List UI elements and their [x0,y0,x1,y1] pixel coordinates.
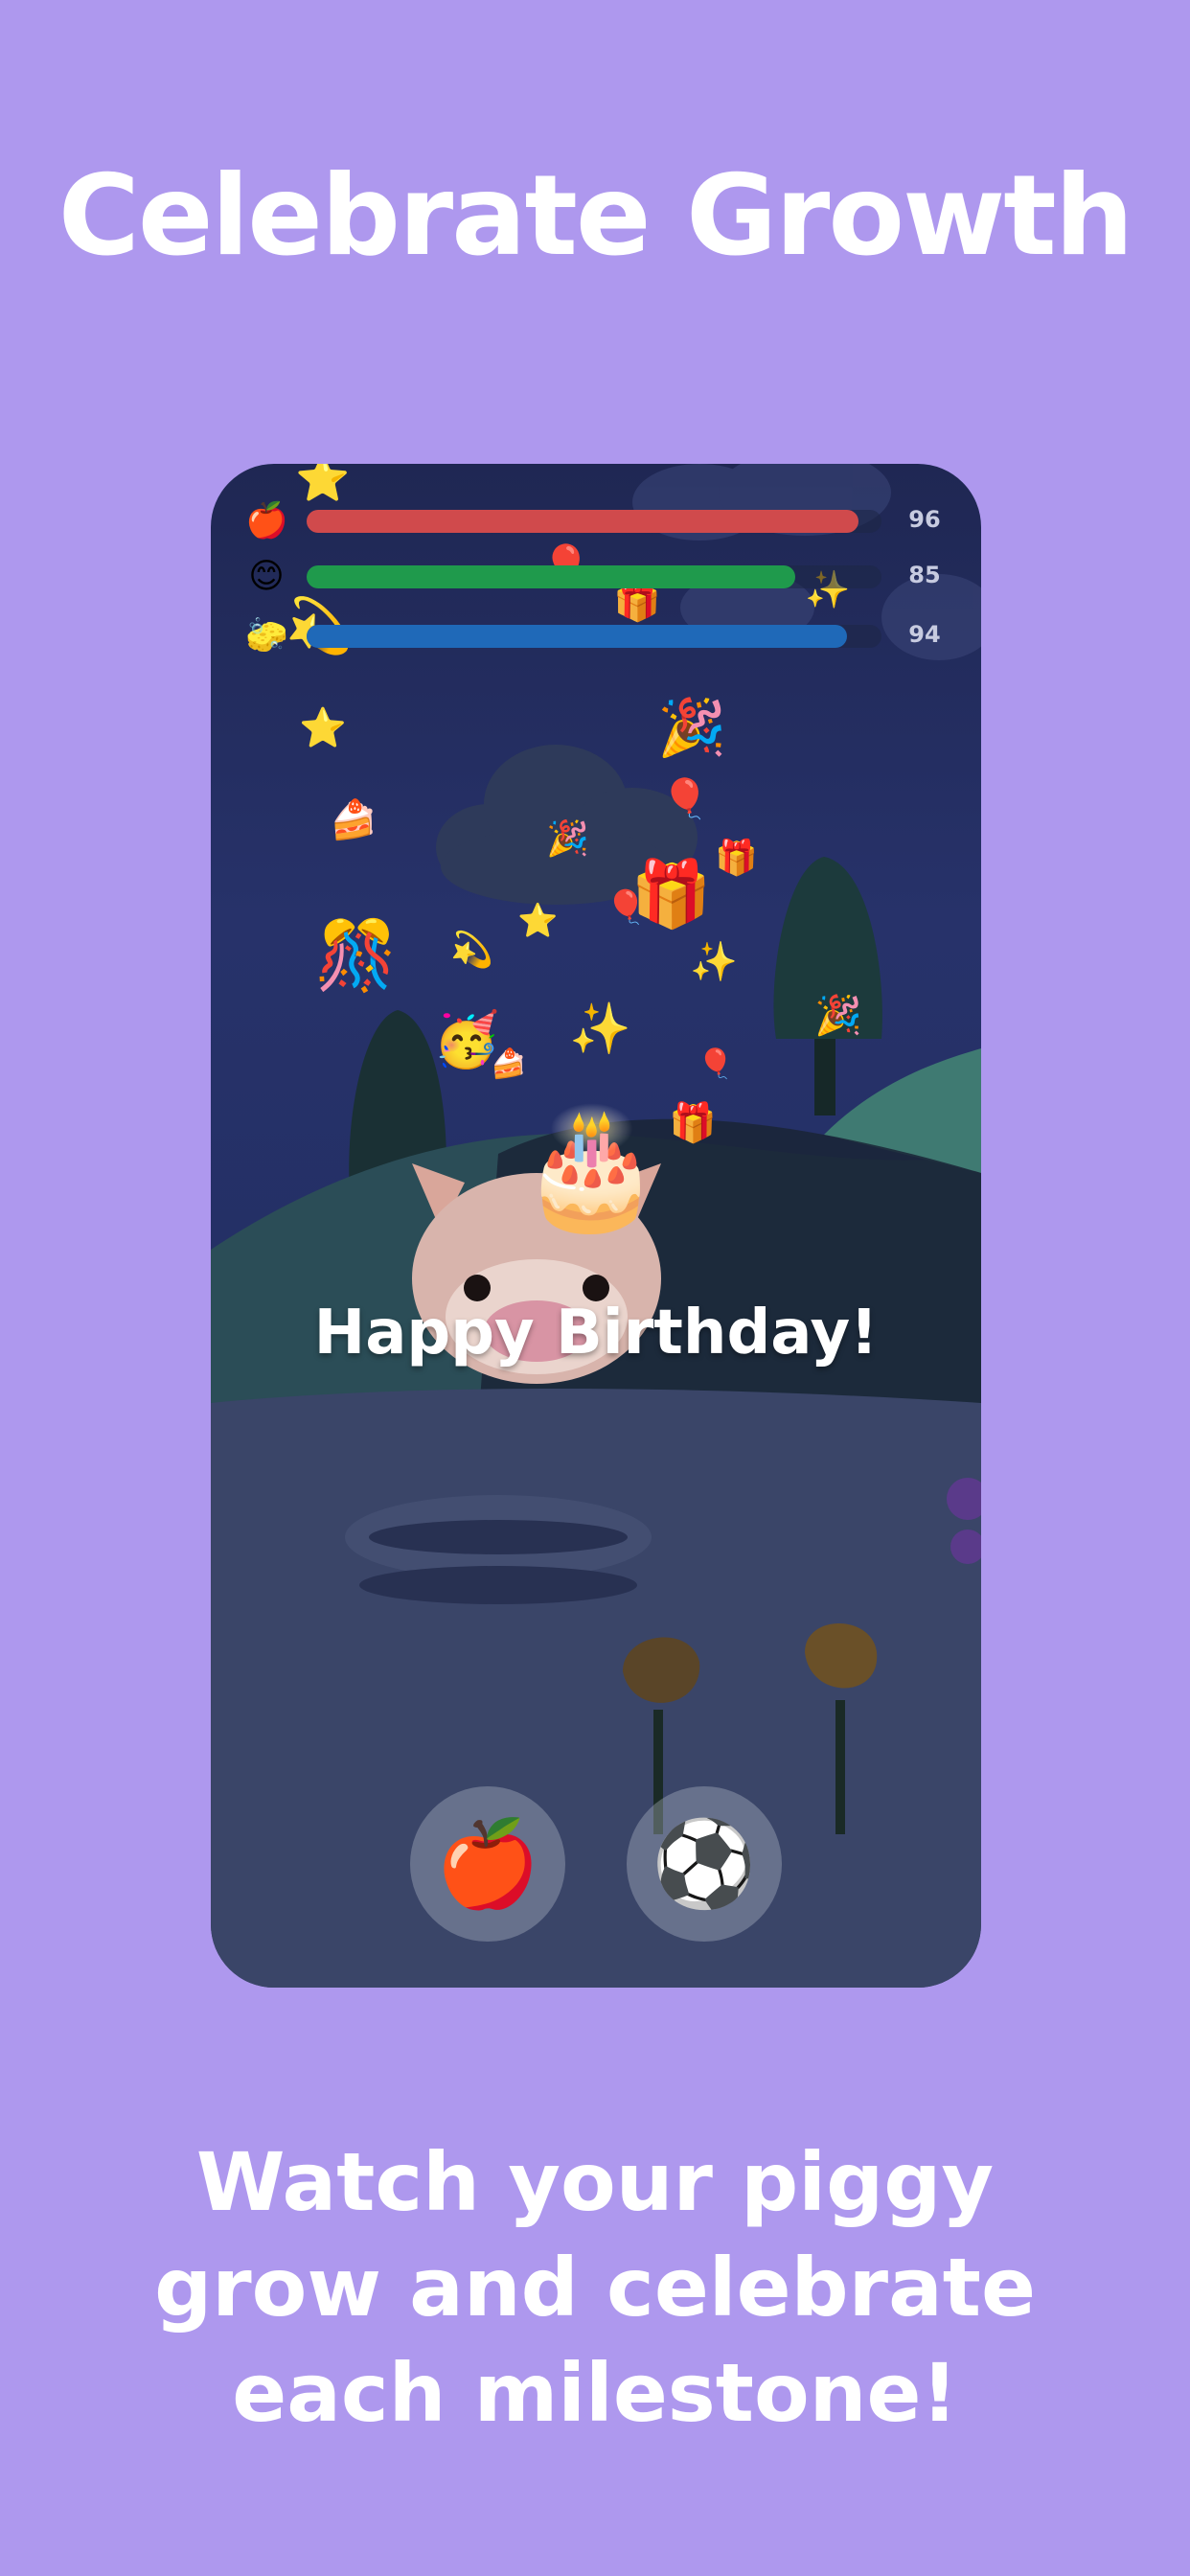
happiness-meter-fill [307,565,795,588]
confetti-ball-icon: 🎊 [314,916,399,995]
party-popper-icon: 🎉 [814,994,862,1038]
apple-icon: 🍎 [245,501,288,540]
soccer-ball-icon: ⚽ [652,1814,757,1913]
food-meter [307,510,881,533]
cleanliness-meter-fill [307,625,847,648]
birthday-cake-icon: 🎂 [519,1102,663,1235]
party-popper-icon: 🎉 [546,819,589,859]
ground [211,1389,981,1988]
stepping-stone [359,1566,637,1604]
birthday-greeting: Happy Birthday! [313,1298,879,1368]
party-popper-icon: 🎉 [657,695,727,760]
headline: Celebrate Growth [57,151,1134,281]
happiness-meter [307,565,881,588]
game-screen[interactable]: ⭐ 🎈 🎁 💫 ✨ ⭐ 🎉 🍰 🎈 🎉 🎁 🎁 🎈 ⭐ 🎊 💫 ✨ 🎉 ✨ 🥳 … [211,464,981,1988]
sponge-icon: 🧽 [245,616,288,656]
cake-slice-icon: 🍰 [491,1047,527,1081]
caption: Watch your piggy grow and celebrate each… [154,2135,1036,2440]
stat-row-happiness: 😊 85 [211,554,981,602]
star-icon: ⭐ [517,902,559,940]
cleanliness-value: 94 [908,621,941,648]
sparkles-icon: ✨ [690,940,738,984]
food-meter-fill [307,510,858,533]
gift-icon: 🎁 [715,839,758,878]
star-icon: ⭐ [295,464,351,504]
balloon-icon: 🎈 [661,777,709,821]
dizzy-star-icon: 💫 [450,931,493,970]
balloon-icon: 🎈 [698,1047,734,1081]
smiley-icon: 😊 [248,557,285,596]
star-icon: ⭐ [299,706,347,750]
food-value: 96 [908,506,941,533]
cake-slice-icon: 🍰 [330,798,378,842]
sparkles-icon: ✨ [569,1000,631,1058]
happiness-value: 85 [908,562,941,588]
pine-tree-right [773,857,882,1116]
stat-row-food: 🍎 96 [211,498,981,546]
stepping-stone [369,1520,628,1554]
gift-icon: 🎁 [669,1101,717,1145]
apple-icon: 🍎 [435,1814,540,1913]
stat-row-cleanliness: 🧽 94 [211,613,981,661]
play-ball-button[interactable]: ⚽ [627,1786,782,1942]
balloon-icon: 🎈 [606,888,647,927]
feed-apple-button[interactable]: 🍎 [410,1786,565,1942]
cleanliness-meter [307,625,881,648]
